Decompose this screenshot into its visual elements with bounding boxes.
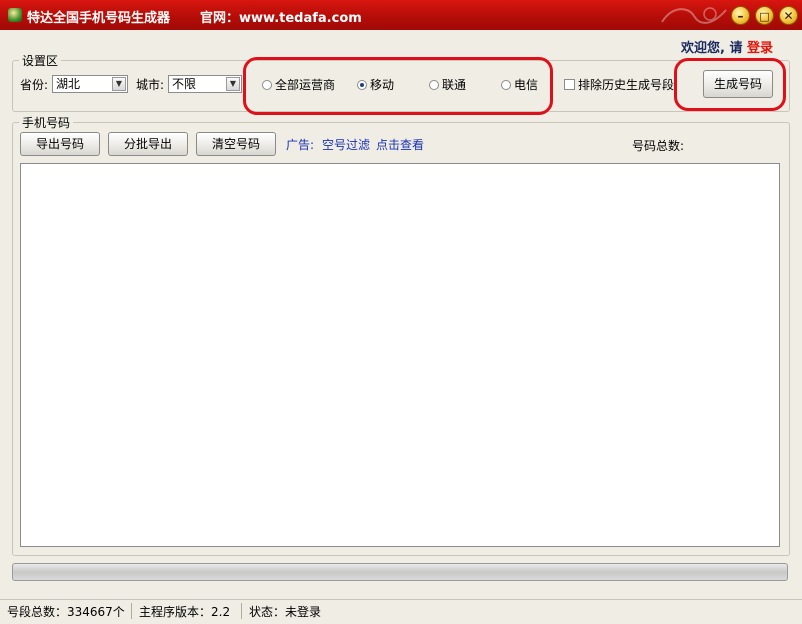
- status-divider: [131, 603, 132, 619]
- province-select[interactable]: 湖北 ▼: [52, 75, 128, 93]
- highlight-ring-carriers: [243, 57, 553, 115]
- highlight-ring-generate: [674, 58, 786, 111]
- minimize-button[interactable]: –: [731, 6, 750, 25]
- close-button[interactable]: ✕: [779, 6, 798, 25]
- program-version: 主程序版本：2.2: [139, 605, 231, 619]
- exclude-history-checkbox[interactable]: 排除历史生成号段: [564, 77, 674, 93]
- title-bar: 特达全国手机号码生成器 官网：www.tedafa.com – □ ✕: [0, 0, 802, 30]
- app-icon: [8, 8, 22, 22]
- decorative-swirl-icon: [661, 7, 727, 24]
- login-link[interactable]: 登录: [747, 37, 773, 56]
- city-select[interactable]: 不限 ▼: [168, 75, 242, 93]
- export-button[interactable]: 导出号码: [20, 132, 100, 156]
- clear-button[interactable]: 清空号码: [196, 132, 276, 156]
- batch-export-button[interactable]: 分批导出: [108, 132, 188, 156]
- checkbox-label: 排除历史生成号段: [578, 78, 675, 92]
- province-label: 省份:: [20, 78, 49, 92]
- clear-button-label: 清空号码: [211, 137, 260, 151]
- export-button-label: 导出号码: [35, 137, 84, 151]
- numbers-textarea[interactable]: [20, 163, 780, 547]
- batch-export-button-label: 分批导出: [123, 137, 172, 151]
- window-title: 特达全国手机号码生成器: [27, 11, 171, 26]
- segments-count: 号段总数：334667个: [7, 605, 125, 619]
- chevron-down-icon[interactable]: ▼: [226, 77, 240, 91]
- province-value: 湖北: [56, 77, 81, 91]
- maximize-button[interactable]: □: [755, 6, 774, 25]
- status-divider: [241, 603, 242, 619]
- ad-view-link[interactable]: 点击查看: [376, 136, 424, 153]
- checkbox-icon[interactable]: [564, 79, 575, 90]
- numbers-legend: 手机号码: [19, 114, 74, 131]
- ad-prefix: 广告:: [286, 138, 315, 152]
- chevron-down-icon[interactable]: ▼: [112, 77, 126, 91]
- numbers-total-label: 号码总数:: [632, 139, 685, 153]
- settings-legend: 设置区: [19, 52, 62, 69]
- status-bar: 号段总数：334667个 主程序版本：2.2 状态：未登录: [0, 599, 802, 624]
- city-value: 不限: [172, 77, 197, 91]
- website-label: 官网：www.tedafa.com: [200, 11, 362, 26]
- progress-bar: [12, 563, 788, 581]
- city-label: 城市:: [136, 78, 165, 92]
- welcome-text: 欢迎您, 请: [681, 41, 743, 56]
- ad-text-link[interactable]: 空号过滤: [322, 136, 370, 153]
- login-status: 状态：未登录: [249, 605, 322, 619]
